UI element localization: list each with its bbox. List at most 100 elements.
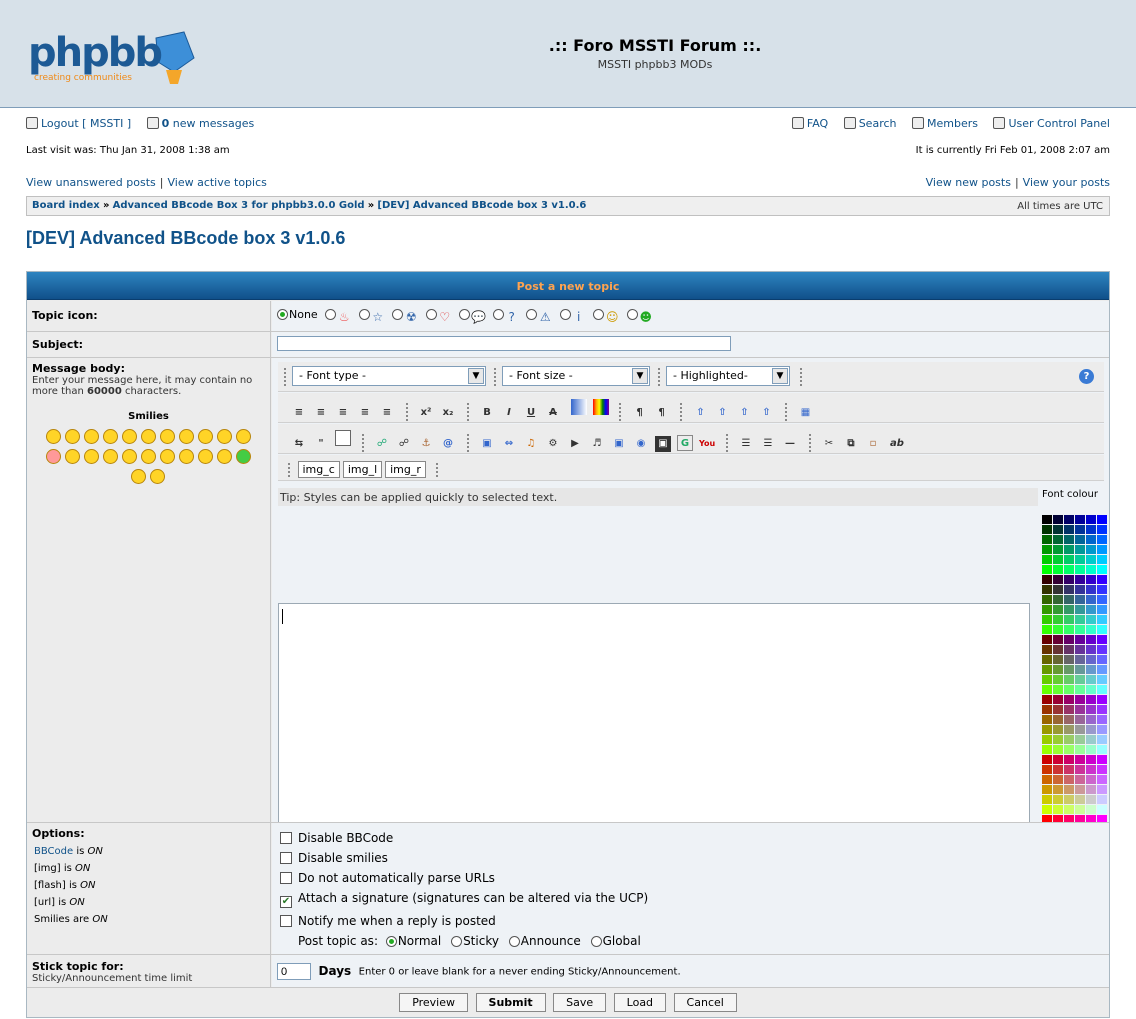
color-swatch[interactable] xyxy=(1075,565,1085,574)
color-swatch[interactable] xyxy=(1097,615,1107,624)
new-posts-link[interactable]: View new posts xyxy=(926,176,1011,189)
post-announce-radio[interactable] xyxy=(508,936,520,947)
color-swatch[interactable] xyxy=(1097,625,1107,634)
smiley-icon[interactable] xyxy=(197,429,213,444)
color-swatch[interactable] xyxy=(1086,745,1096,754)
color-swatch[interactable] xyxy=(1064,625,1074,634)
color-swatch[interactable] xyxy=(1097,685,1107,694)
smiley-icon[interactable] xyxy=(83,449,99,464)
video-icon[interactable]: ▶ xyxy=(567,436,583,452)
attach-icon[interactable]: ☍ xyxy=(396,436,412,452)
color-swatch[interactable] xyxy=(1075,715,1085,724)
color-swatch[interactable] xyxy=(1053,585,1063,594)
color-swatch[interactable] xyxy=(1064,785,1074,794)
color-swatch[interactable] xyxy=(1042,595,1052,604)
post-global-radio[interactable] xyxy=(590,936,602,947)
icon-radio-smile[interactable] xyxy=(593,309,605,320)
notify-reply-checkbox[interactable] xyxy=(280,915,292,927)
youtube-icon[interactable]: You xyxy=(699,436,715,452)
bullet-list-icon[interactable]: ☰ xyxy=(738,436,754,452)
color-swatch[interactable] xyxy=(1053,735,1063,744)
color-swatch[interactable] xyxy=(1097,535,1107,544)
color-swatch[interactable] xyxy=(1064,755,1074,764)
icon-radio-question[interactable] xyxy=(492,309,504,320)
color-swatch[interactable] xyxy=(1064,725,1074,734)
color-swatch[interactable] xyxy=(1097,705,1107,714)
color-swatch[interactable] xyxy=(1053,675,1063,684)
color-swatch[interactable] xyxy=(1053,745,1063,754)
icon-radio-warning[interactable] xyxy=(526,309,538,320)
color-swatch[interactable] xyxy=(1097,675,1107,684)
color-swatch[interactable] xyxy=(1064,665,1074,674)
flash-icon[interactable]: ⇔ xyxy=(501,436,517,452)
smiley-icon[interactable] xyxy=(235,429,251,444)
google-icon[interactable]: G xyxy=(677,435,693,451)
search-link[interactable]: Search xyxy=(859,117,897,130)
color-swatch[interactable] xyxy=(1097,645,1107,654)
color-swatch[interactable] xyxy=(1097,665,1107,674)
color-swatch[interactable] xyxy=(1086,645,1096,654)
color-swatch[interactable] xyxy=(1097,525,1107,534)
smiley-icon[interactable] xyxy=(216,449,232,464)
guitar-icon[interactable]: ♫ xyxy=(523,436,539,452)
color-swatch[interactable] xyxy=(1086,725,1096,734)
color-swatch[interactable] xyxy=(1064,805,1074,814)
color-swatch[interactable] xyxy=(1064,645,1074,654)
color-swatch[interactable] xyxy=(1086,585,1096,594)
members-link[interactable]: Members xyxy=(927,117,978,130)
font-type-select[interactable]: - Font type - ▼ xyxy=(292,366,486,386)
stream-icon[interactable]: ⚙ xyxy=(545,436,561,452)
color-swatch[interactable] xyxy=(1075,735,1085,744)
submit-button[interactable]: Submit xyxy=(475,993,546,1012)
horizontal-rule-icon[interactable]: — xyxy=(782,436,798,452)
color-swatch[interactable] xyxy=(1042,625,1052,634)
load-button[interactable]: Load xyxy=(613,993,667,1012)
italic-icon[interactable]: I xyxy=(501,405,517,421)
color-swatch[interactable] xyxy=(1053,555,1063,564)
color-swatch[interactable] xyxy=(1064,615,1074,624)
color-swatch[interactable] xyxy=(1097,795,1107,804)
justify-icon[interactable]: ≡ xyxy=(291,405,307,421)
color-swatch[interactable] xyxy=(1053,755,1063,764)
underline-icon[interactable]: U xyxy=(523,405,539,421)
color-swatch[interactable] xyxy=(1053,655,1063,664)
smiley-icon[interactable] xyxy=(102,429,118,444)
color-swatch[interactable] xyxy=(1086,655,1096,664)
rainbow-icon[interactable] xyxy=(592,399,609,415)
color-swatch[interactable] xyxy=(1086,595,1096,604)
color-swatch[interactable] xyxy=(1042,745,1052,754)
color-swatch[interactable] xyxy=(1097,545,1107,554)
upload3-icon[interactable]: ⇧ xyxy=(737,405,753,421)
color-swatch[interactable] xyxy=(1053,545,1063,554)
color-swatch[interactable] xyxy=(1064,595,1074,604)
cut-icon[interactable]: ✂ xyxy=(821,436,837,452)
color-swatch[interactable] xyxy=(1053,525,1063,534)
color-swatch[interactable] xyxy=(1097,555,1107,564)
color-swatch[interactable] xyxy=(1053,575,1063,584)
disable-bbcode-checkbox[interactable] xyxy=(280,832,292,844)
color-swatch[interactable] xyxy=(1086,705,1096,714)
color-swatch[interactable] xyxy=(1053,625,1063,634)
color-swatch[interactable] xyxy=(1075,705,1085,714)
color-swatch[interactable] xyxy=(1086,545,1096,554)
image-icon[interactable]: ▣ xyxy=(479,436,495,452)
logout-link[interactable]: Logout [ MSSTI ] xyxy=(41,117,131,130)
color-swatch[interactable] xyxy=(1042,565,1052,574)
color-swatch[interactable] xyxy=(1086,575,1096,584)
color-swatch[interactable] xyxy=(1042,725,1052,734)
your-posts-link[interactable]: View your posts xyxy=(1023,176,1110,189)
color-swatch[interactable] xyxy=(1053,765,1063,774)
align-right-icon[interactable]: ≡ xyxy=(313,405,329,421)
color-swatch[interactable] xyxy=(1042,615,1052,624)
remove-format-icon[interactable]: ab xyxy=(887,436,907,452)
color-swatch[interactable] xyxy=(1042,545,1052,554)
smiley-icon[interactable] xyxy=(159,429,175,444)
post-normal-radio[interactable] xyxy=(385,936,397,947)
color-swatch[interactable] xyxy=(1075,605,1085,614)
smiley-icon[interactable] xyxy=(159,449,175,464)
cancel-button[interactable]: Cancel xyxy=(673,993,737,1012)
subscript-icon[interactable]: x₂ xyxy=(440,405,456,421)
faq-link[interactable]: FAQ xyxy=(807,117,828,130)
color-swatch[interactable] xyxy=(1064,745,1074,754)
color-swatch[interactable] xyxy=(1097,565,1107,574)
